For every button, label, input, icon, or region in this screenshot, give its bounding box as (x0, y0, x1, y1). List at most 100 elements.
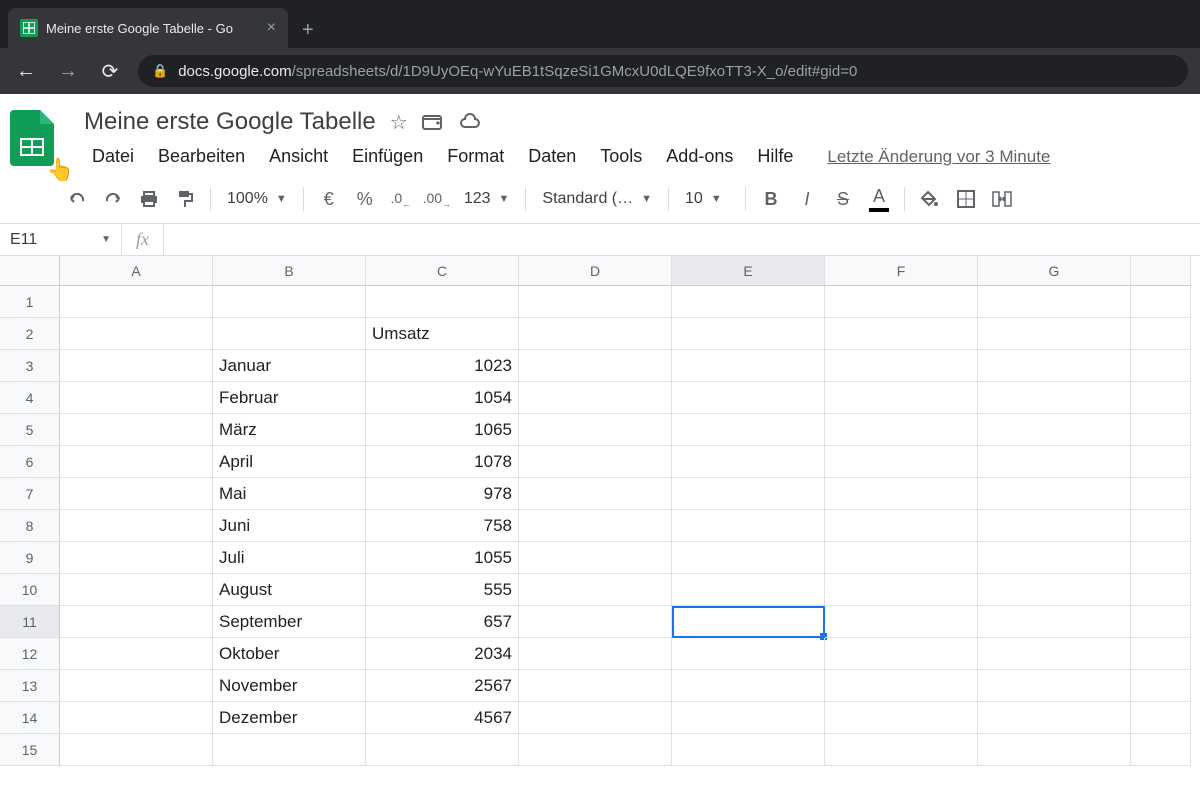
cell[interactable] (825, 574, 978, 606)
cell[interactable] (60, 414, 213, 446)
cell[interactable] (519, 510, 672, 542)
back-button[interactable]: ← (12, 60, 40, 83)
cell[interactable] (825, 510, 978, 542)
cell[interactable] (672, 510, 825, 542)
cell[interactable] (978, 606, 1131, 638)
borders-button[interactable] (949, 183, 983, 215)
cell[interactable] (825, 414, 978, 446)
document-title[interactable]: Meine erste Google Tabelle (84, 108, 376, 136)
column-header[interactable]: B (213, 256, 366, 286)
menu-format[interactable]: Format (435, 140, 516, 173)
cell[interactable]: April (213, 446, 366, 478)
cell[interactable] (825, 318, 978, 350)
cell[interactable] (60, 318, 213, 350)
currency-button[interactable]: € (312, 183, 346, 215)
cell[interactable]: 1054 (366, 382, 519, 414)
cell[interactable] (60, 382, 213, 414)
column-header[interactable]: C (366, 256, 519, 286)
decrease-decimal-button[interactable]: .0← (384, 183, 418, 215)
cell[interactable] (519, 574, 672, 606)
cell[interactable]: 1065 (366, 414, 519, 446)
cell[interactable]: Umsatz (366, 318, 519, 350)
cell[interactable]: September (213, 606, 366, 638)
undo-button[interactable] (60, 183, 94, 215)
row-header[interactable]: 14 (0, 702, 60, 734)
cell[interactable]: 1023 (366, 350, 519, 382)
cell[interactable] (672, 606, 825, 638)
menu-daten[interactable]: Daten (516, 140, 588, 173)
cell[interactable] (978, 318, 1131, 350)
cell[interactable] (366, 734, 519, 766)
menu-hilfe[interactable]: Hilfe (745, 140, 805, 173)
cell[interactable] (519, 478, 672, 510)
cell[interactable] (825, 478, 978, 510)
cell[interactable] (672, 318, 825, 350)
row-header[interactable]: 1 (0, 286, 60, 318)
cell[interactable] (978, 350, 1131, 382)
cell[interactable] (672, 702, 825, 734)
percent-button[interactable]: % (348, 183, 382, 215)
cell[interactable] (672, 542, 825, 574)
name-box[interactable]: E11▼ (0, 224, 122, 255)
cell[interactable] (825, 734, 978, 766)
star-icon[interactable]: ☆ (390, 110, 408, 135)
column-header[interactable]: A (60, 256, 213, 286)
print-button[interactable] (132, 183, 166, 215)
cell[interactable] (978, 638, 1131, 670)
reload-button[interactable]: ⟳ (96, 59, 124, 84)
cell[interactable] (825, 446, 978, 478)
cell[interactable] (519, 638, 672, 670)
redo-button[interactable] (96, 183, 130, 215)
cell[interactable] (1131, 670, 1191, 702)
menu-einfügen[interactable]: Einfügen (340, 140, 435, 173)
cell[interactable] (825, 702, 978, 734)
cell[interactable] (519, 446, 672, 478)
cell[interactable] (978, 478, 1131, 510)
cell[interactable] (519, 350, 672, 382)
cell[interactable]: 2567 (366, 670, 519, 702)
column-header[interactable] (1131, 256, 1191, 286)
select-all-corner[interactable] (0, 256, 60, 286)
cell[interactable] (1131, 286, 1191, 318)
cell[interactable] (1131, 350, 1191, 382)
formula-input[interactable] (164, 224, 1200, 255)
cell[interactable]: 555 (366, 574, 519, 606)
cell[interactable] (978, 574, 1131, 606)
merge-cells-button[interactable] (985, 183, 1019, 215)
menu-tools[interactable]: Tools (588, 140, 654, 173)
cell[interactable] (672, 638, 825, 670)
cell[interactable] (825, 382, 978, 414)
cell[interactable] (825, 542, 978, 574)
cell[interactable]: August (213, 574, 366, 606)
cell[interactable] (1131, 734, 1191, 766)
cell[interactable] (1131, 702, 1191, 734)
cell[interactable] (1131, 510, 1191, 542)
cell[interactable] (60, 286, 213, 318)
row-header[interactable]: 9 (0, 542, 60, 574)
row-header[interactable]: 3 (0, 350, 60, 382)
cell[interactable] (519, 542, 672, 574)
cell[interactable] (825, 606, 978, 638)
cell[interactable] (60, 510, 213, 542)
row-header[interactable]: 4 (0, 382, 60, 414)
cell[interactable] (60, 478, 213, 510)
cell[interactable]: 4567 (366, 702, 519, 734)
cell[interactable] (825, 670, 978, 702)
cell[interactable] (519, 414, 672, 446)
cell[interactable] (519, 382, 672, 414)
row-header[interactable]: 5 (0, 414, 60, 446)
row-header[interactable]: 2 (0, 318, 60, 350)
cell[interactable] (60, 446, 213, 478)
cell[interactable] (825, 638, 978, 670)
cell[interactable] (60, 606, 213, 638)
cell[interactable] (213, 318, 366, 350)
more-formats-select[interactable]: 123▼ (456, 190, 518, 208)
zoom-select[interactable]: 100%▼ (219, 190, 295, 208)
cell[interactable] (978, 286, 1131, 318)
cell[interactable] (978, 542, 1131, 574)
row-header[interactable]: 13 (0, 670, 60, 702)
text-color-button[interactable]: A (862, 183, 896, 215)
column-header[interactable]: F (825, 256, 978, 286)
cell[interactable] (672, 382, 825, 414)
cell[interactable]: 2034 (366, 638, 519, 670)
